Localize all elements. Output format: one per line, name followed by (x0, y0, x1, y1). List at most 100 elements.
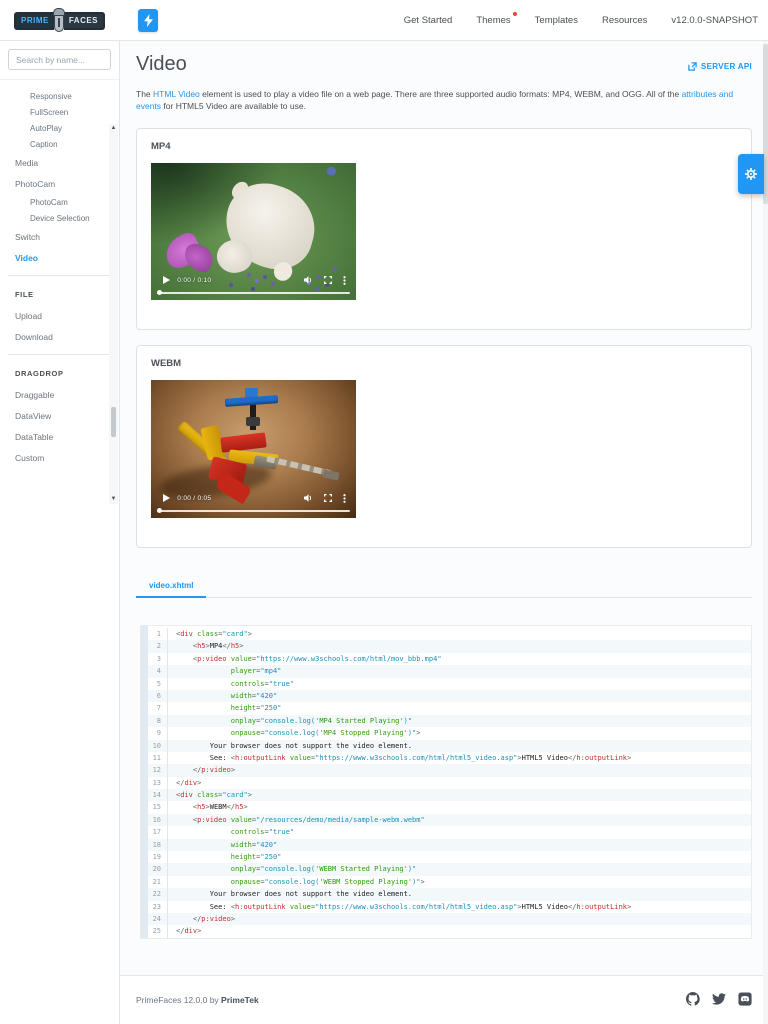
config-button[interactable] (738, 154, 764, 194)
line-number: 13 (148, 776, 168, 790)
code-line: 12 </p:video> (148, 764, 751, 777)
lightning-bolt-icon (143, 14, 153, 27)
nav-item[interactable]: Resources (602, 15, 647, 26)
sidebar: ResponsiveFullScreenAutoPlayCaptionMedia… (0, 41, 120, 1024)
sidebar-item-dataview[interactable]: DataView (0, 405, 119, 426)
code-line: 24 </p:video> (148, 912, 751, 926)
notification-dot-icon (512, 12, 517, 16)
scroll-up-icon[interactable]: ▲ (110, 125, 117, 132)
nav-item[interactable]: Templates (535, 15, 578, 26)
webm-video-player[interactable]: 0:00 / 0:05 (151, 380, 356, 518)
line-number: 6 (148, 689, 168, 703)
fullscreen-icon[interactable] (323, 276, 332, 285)
code-line: 5 controls="true" (148, 677, 751, 690)
line-number: 10 (148, 739, 168, 752)
nav-item[interactable]: Get Started (404, 15, 453, 26)
sidebar-item-caption[interactable]: Caption (0, 136, 119, 152)
sidebar-item-photocam[interactable]: PhotoCam (0, 194, 119, 210)
code-line: 1 <div class="card"> (148, 628, 751, 641)
sidebar-item-switch[interactable]: Switch (0, 226, 119, 247)
tab-video-xhtml[interactable]: video.xhtml (136, 581, 207, 598)
sidebar-item-datatable[interactable]: DataTable (0, 426, 119, 447)
line-number: 12 (148, 764, 168, 777)
webm-time-display: 0:00 / 0:05 (177, 494, 212, 502)
webm-card-title: WEBM (151, 358, 182, 369)
line-number: 7 (148, 702, 168, 715)
sidebar-item-draggable[interactable]: Draggable (0, 384, 119, 405)
mp4-progress-bar[interactable] (157, 290, 350, 296)
deploy-button[interactable] (138, 9, 158, 32)
code-line: 25 </div> (148, 925, 751, 938)
code-line: 23 See: <h:outputLink value="https://www… (148, 900, 751, 913)
sidebar-item-fullscreen[interactable]: FullScreen (0, 104, 119, 120)
sidebar-scrollbar[interactable]: ▲ ▼ (109, 124, 118, 504)
line-number: 15 (148, 801, 168, 814)
more-options-icon[interactable] (343, 493, 346, 503)
page: PRIME FACES Get Started Themes Templates Re… (0, 0, 768, 1024)
sidebar-item-media[interactable]: Media (0, 152, 119, 173)
more-options-icon[interactable] (343, 276, 346, 285)
scroll-down-icon[interactable]: ▼ (110, 496, 117, 503)
code-line: 21 onpause="console.log('WEBM Stopped Pl… (148, 875, 751, 889)
sidebar-section-label: FILE (15, 290, 34, 299)
code-line: 18 width="420" (148, 838, 751, 852)
code-line: 19 height="250" (148, 851, 751, 864)
sidebar-menu: Responsive FullScreen AutoPlay Caption Media… (0, 80, 119, 472)
sidebar-section-label: DRAGDROP (15, 369, 64, 378)
volume-icon[interactable] (303, 276, 313, 285)
twitter-icon[interactable] (712, 993, 726, 1005)
discord-icon[interactable] (738, 992, 752, 1006)
sidebar-item-device-selection[interactable]: Device Selection (0, 210, 119, 226)
sidebar-search (0, 41, 119, 80)
primefaces-logo[interactable]: PRIME FACES (14, 7, 110, 34)
nav-item[interactable]: Themes (476, 12, 517, 26)
line-number: 4 (148, 665, 168, 678)
code-line: 14 <div class="card"> (148, 789, 751, 802)
sidebar-item-autoplay[interactable]: AutoPlay (0, 120, 119, 136)
line-number: 24 (148, 912, 168, 926)
code-block[interactable]: 1 <div class="card"> 2 <h5>MP4</h5> 3 <p:vi… (140, 625, 752, 939)
description-text: element is used to play a video file on … (199, 89, 682, 99)
sidebar-item-download[interactable]: Download (0, 326, 119, 347)
sidebar-divider (8, 275, 111, 276)
line-number: 20 (148, 863, 168, 876)
logo-faces-text: FACES (63, 11, 106, 30)
scrollbar-thumb[interactable] (111, 407, 116, 437)
code-line: 9 onpause="console.log('MP4 Stopped Play… (148, 727, 751, 740)
line-number: 11 (148, 751, 168, 765)
code-line: 4 player="mp4" (148, 665, 751, 678)
code-tabs: video.xhtml (136, 575, 752, 598)
search-input[interactable] (8, 49, 111, 70)
code-line: 13 </div> (148, 776, 751, 790)
server-api-link[interactable]: SERVER API (688, 62, 752, 71)
footer: PrimeFaces 12.0.0 by PrimeTek (120, 975, 768, 1024)
line-number: 14 (148, 789, 168, 802)
line-number: 23 (148, 900, 168, 913)
code-line: 10 Your browser does not support the vid… (148, 739, 751, 752)
sidebar-item-video[interactable]: Video (0, 247, 119, 268)
sidebar-item-photocam[interactable]: PhotoCam (0, 173, 119, 194)
webm-progress-bar[interactable] (157, 508, 350, 514)
code-line: 3 <p:video value="https://www.w3schools.… (148, 652, 751, 666)
line-number: 17 (148, 826, 168, 839)
sidebar-item-responsive[interactable]: Responsive (0, 88, 119, 104)
play-icon[interactable] (163, 276, 171, 285)
mp4-video-player[interactable]: 0:00 / 0:10 (151, 163, 356, 300)
line-number: 2 (148, 640, 168, 653)
sidebar-item-upload[interactable]: Upload (0, 305, 119, 326)
sidebar-item-custom[interactable]: Custom (0, 447, 119, 468)
fullscreen-icon[interactable] (323, 494, 332, 503)
main-content: Video SERVER API The HTML Video element … (120, 41, 768, 1024)
volume-icon[interactable] (303, 494, 313, 503)
code-line: 22 Your browser does not support the vid… (148, 888, 751, 901)
code-line: 7 height="250" (148, 702, 751, 715)
line-number: 21 (148, 875, 168, 889)
description-link[interactable]: HTML Video (153, 89, 200, 99)
play-icon[interactable] (163, 494, 171, 503)
nav-item[interactable]: v12.0.0-SNAPSHOT (671, 15, 758, 26)
line-number: 8 (148, 714, 168, 728)
code-line: 2 <h5>MP4</h5> (148, 640, 751, 653)
code-line: 6 width="420" (148, 689, 751, 703)
github-icon[interactable] (686, 992, 700, 1006)
code-left-band (141, 626, 148, 938)
